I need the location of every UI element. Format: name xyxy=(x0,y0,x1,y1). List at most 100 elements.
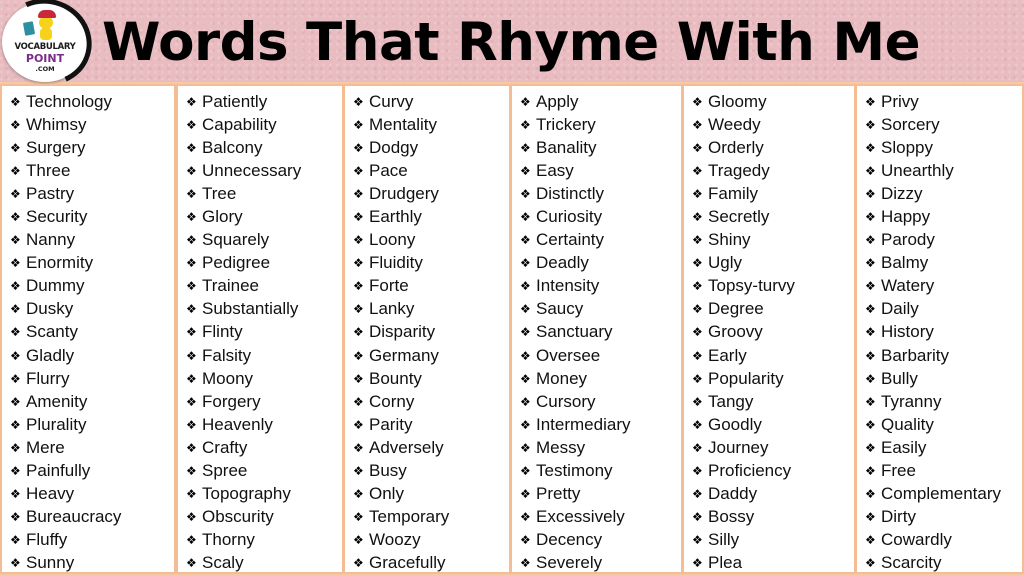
rhyme-word: Dirty xyxy=(881,507,916,527)
rhyme-word: Weedy xyxy=(708,114,761,134)
diamond-bullet-icon: ❖ xyxy=(10,464,21,479)
list-item: ❖ Messy xyxy=(512,436,681,459)
rhyme-word: Bureaucracy xyxy=(26,507,122,527)
list-item: ❖ Fluidity xyxy=(345,252,509,275)
rhyme-word: Gladly xyxy=(26,345,75,365)
rhyme-word: Patiently xyxy=(202,91,268,111)
diamond-bullet-icon: ❖ xyxy=(353,487,364,502)
rhyme-word: Bossy xyxy=(708,507,755,527)
rhyme-word: Happy xyxy=(881,207,931,227)
rhyme-word: Temporary xyxy=(369,507,450,527)
rhyme-word: Parity xyxy=(369,414,413,434)
list-item: ❖ Secretly xyxy=(684,205,854,228)
diamond-bullet-icon: ❖ xyxy=(865,117,876,132)
list-item: ❖ Goodly xyxy=(684,413,854,436)
diamond-bullet-icon: ❖ xyxy=(692,279,703,294)
list-item: ❖ Fluffy xyxy=(2,529,174,552)
rhyme-word: Watery xyxy=(881,276,935,296)
rhyme-word: Pace xyxy=(369,160,408,180)
list-item: ❖ Plea xyxy=(684,552,854,575)
diamond-bullet-icon: ❖ xyxy=(353,163,364,178)
diamond-bullet-icon: ❖ xyxy=(865,440,876,455)
list-item: ❖ Orderly xyxy=(684,136,854,159)
diamond-bullet-icon: ❖ xyxy=(186,210,197,225)
diamond-bullet-icon: ❖ xyxy=(353,302,364,317)
list-item: ❖ Dirty xyxy=(857,506,1022,529)
diamond-bullet-icon: ❖ xyxy=(692,210,703,225)
mascot-icon xyxy=(36,10,56,40)
rhyme-word: Earthly xyxy=(369,207,422,227)
rhyme-word: Substantially xyxy=(202,299,299,319)
diamond-bullet-icon: ❖ xyxy=(865,163,876,178)
list-item: ❖ Popularity xyxy=(684,367,854,390)
list-item: ❖ Forgery xyxy=(178,390,342,413)
list-item: ❖ Amenity xyxy=(2,390,174,413)
rhyme-word: Topsy-turvy xyxy=(708,276,795,296)
diamond-bullet-icon: ❖ xyxy=(186,256,197,271)
list-item: ❖ Daily xyxy=(857,298,1022,321)
diamond-bullet-icon: ❖ xyxy=(186,186,197,201)
diamond-bullet-icon: ❖ xyxy=(353,279,364,294)
diamond-bullet-icon: ❖ xyxy=(10,487,21,502)
rhyme-word: Cursory xyxy=(536,391,596,411)
rhyme-word: Certainty xyxy=(536,230,605,250)
diamond-bullet-icon: ❖ xyxy=(186,510,197,525)
list-item: ❖ Intensity xyxy=(512,275,681,298)
diamond-bullet-icon: ❖ xyxy=(186,325,197,340)
list-item: ❖ Three xyxy=(2,159,174,182)
list-item: ❖ Cursory xyxy=(512,390,681,413)
rhyme-word: Intermediary xyxy=(536,414,631,434)
diamond-bullet-icon: ❖ xyxy=(353,417,364,432)
diamond-bullet-icon: ❖ xyxy=(692,163,703,178)
diamond-bullet-icon: ❖ xyxy=(865,325,876,340)
diamond-bullet-icon: ❖ xyxy=(692,487,703,502)
diamond-bullet-icon: ❖ xyxy=(353,556,364,571)
list-item: ❖ Temporary xyxy=(345,506,509,529)
list-item: ❖ Trickery xyxy=(512,113,681,136)
list-item: ❖ Early xyxy=(684,344,854,367)
rhyme-word: Decency xyxy=(536,530,603,550)
rhyme-word: Busy xyxy=(369,461,407,481)
rhyme-word: Privy xyxy=(881,91,919,111)
list-item: ❖ Parody xyxy=(857,229,1022,252)
list-item: ❖ Flurry xyxy=(2,367,174,390)
list-item: ❖ Squarely xyxy=(178,229,342,252)
rhyme-word: Tangy xyxy=(708,391,754,411)
rhyme-word: Topography xyxy=(202,484,291,504)
diamond-bullet-icon: ❖ xyxy=(186,163,197,178)
rhyme-word: Fluffy xyxy=(26,530,68,550)
diamond-bullet-icon: ❖ xyxy=(186,348,197,363)
list-item: ❖ Curvy xyxy=(345,90,509,113)
list-item: ❖ Lanky xyxy=(345,298,509,321)
vocabulary-point-logo[interactable]: VOCABULARY POINT .COM xyxy=(0,0,104,99)
diamond-bullet-icon: ❖ xyxy=(692,440,703,455)
diamond-bullet-icon: ❖ xyxy=(186,371,197,386)
list-item: ❖ Bossy xyxy=(684,506,854,529)
diamond-bullet-icon: ❖ xyxy=(10,348,21,363)
diamond-bullet-icon: ❖ xyxy=(520,556,531,571)
diamond-bullet-icon: ❖ xyxy=(520,371,531,386)
list-item: ❖ Quality xyxy=(857,413,1022,436)
list-item: ❖ Disparity xyxy=(345,321,509,344)
list-item: ❖ Distinctly xyxy=(512,182,681,205)
list-item: ❖ Excessively xyxy=(512,506,681,529)
diamond-bullet-icon: ❖ xyxy=(10,325,21,340)
diamond-bullet-icon: ❖ xyxy=(10,533,21,548)
diamond-bullet-icon: ❖ xyxy=(186,279,197,294)
logo-text-com: .COM xyxy=(35,65,55,73)
diamond-bullet-icon: ❖ xyxy=(865,510,876,525)
rhyme-word: Easy xyxy=(536,160,574,180)
rhyme-word: Pretty xyxy=(536,484,581,504)
rhyme-word: Balcony xyxy=(202,137,263,157)
rhyme-word: Groovy xyxy=(708,322,763,342)
diamond-bullet-icon: ❖ xyxy=(692,325,703,340)
list-item: ❖ Patiently xyxy=(178,90,342,113)
rhyme-word: Forte xyxy=(369,276,409,296)
diamond-bullet-icon: ❖ xyxy=(186,556,197,571)
rhyme-word: Loony xyxy=(369,230,416,250)
diamond-bullet-icon: ❖ xyxy=(865,533,876,548)
list-item: ❖ Loony xyxy=(345,229,509,252)
diamond-bullet-icon: ❖ xyxy=(353,510,364,525)
rhyme-word: Bounty xyxy=(369,368,422,388)
rhyme-word: Thorny xyxy=(202,530,255,550)
